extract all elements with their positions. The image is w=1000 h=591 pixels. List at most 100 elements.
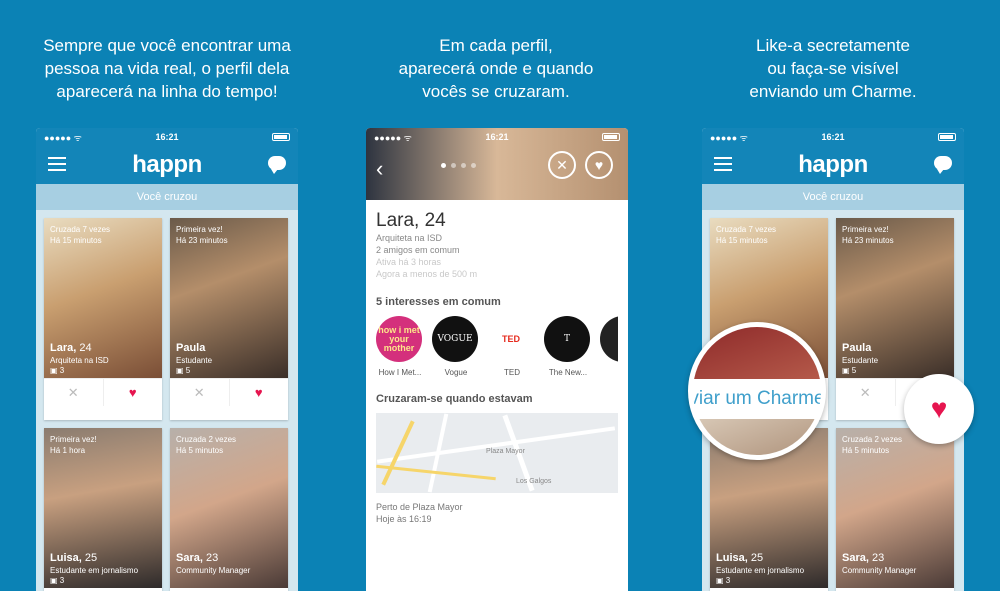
profile-job: Community Manager <box>842 566 917 575</box>
profile-name: Sara <box>842 552 866 564</box>
crossing-time: Hoje às 16:19 <box>376 514 432 524</box>
status-time: 16:21 <box>485 132 509 142</box>
profile-card[interactable]: Cruzada 7 vezes Há 15 minutos Lara, 24 Ar… <box>44 218 162 420</box>
section-header: Você cruzou <box>702 184 964 210</box>
app-bar: happn <box>702 146 964 184</box>
profile-age: 25 <box>750 552 764 564</box>
cross-count: Cruzada 7 vezes <box>716 225 777 234</box>
status-bar: ●●●●● ᯤ 16:21 <box>702 128 964 146</box>
photo-pager[interactable] <box>441 163 476 168</box>
caption-line: ou faça-se visível <box>767 59 899 78</box>
send-charm-label[interactable]: viar um Charme <box>693 379 821 419</box>
profile-name: Paula <box>842 342 872 354</box>
cross-time: Há 15 minutos <box>50 236 102 245</box>
photo-count: ▣ 5 <box>842 366 857 375</box>
cross-time: Há 1 hora <box>50 446 86 455</box>
caption-line: vocês se cruzaram. <box>422 82 570 101</box>
photo-count: ▣ 5 <box>176 366 191 375</box>
map-label: Los Galgos <box>516 478 552 485</box>
profile-name: Luisa <box>50 552 79 564</box>
caption-charm: Like-a secretamente ou faça-se visível e… <box>683 34 983 103</box>
profile-job: Community Manager <box>176 566 251 575</box>
map-label: Plaza Mayor <box>486 448 525 455</box>
profile-card[interactable]: Primeira vez! Há 1 hora Luisa, 25 Estudan… <box>44 428 162 591</box>
caption-line: Sempre que você encontrar uma <box>43 36 291 55</box>
profile-card[interactable]: Cruzada 2 vezes Há 5 minutos Sara, 23 Com… <box>170 428 288 591</box>
interest-item[interactable]: how i met your mother How I Met... <box>376 316 424 377</box>
profile-card[interactable]: Primeira vez! Há 23 minutos Paula Estudan… <box>170 218 288 420</box>
app-bar: happn <box>36 146 298 184</box>
profile-photo[interactable]: Cruzada 2 vezes Há 5 minutos Sara, 23 Com… <box>170 428 288 588</box>
cross-count: Cruzada 2 vezes <box>176 435 237 444</box>
back-icon[interactable]: ‹ <box>376 156 383 182</box>
interests-title: 5 interesses em comum <box>376 296 501 308</box>
cross-time: Há 15 minutos <box>716 236 768 245</box>
interest-logo: TED <box>488 316 534 362</box>
profile-job: Estudante em jornalismo <box>716 566 805 575</box>
like-button[interactable]: ♥ <box>104 379 163 406</box>
profile-name: Lara <box>376 210 415 231</box>
interest-item[interactable]: W <box>600 316 618 377</box>
interest-item[interactable]: VOGUE Vogue <box>432 316 480 377</box>
reject-button[interactable]: ✕ <box>44 379 104 406</box>
interest-label: W <box>600 368 618 377</box>
caption-profile: Em cada perfil, aparecerá onde e quando … <box>346 34 646 103</box>
heart-icon: ♥ <box>930 393 948 424</box>
menu-icon[interactable] <box>48 157 66 171</box>
profile-photo[interactable]: Primeira vez! Há 23 minutos Paula Estudan… <box>170 218 288 378</box>
section-header: Você cruzou <box>36 184 298 210</box>
interest-item[interactable]: T The New... <box>544 316 592 377</box>
chat-icon[interactable] <box>268 156 286 174</box>
profile-age: 25 <box>84 552 98 564</box>
caption-timeline: Sempre que você encontrar uma pessoa na … <box>17 34 317 103</box>
status-bar: ●●●●● ᯤ 16:21 <box>366 128 628 146</box>
status-time: 16:21 <box>821 132 845 142</box>
profile-title: Lara, 24 <box>376 210 446 231</box>
like-button[interactable]: ♥ <box>230 379 289 406</box>
cross-count: Primeira vez! <box>842 225 889 234</box>
interests-list: how i met your mother How I Met... VOGUE V… <box>376 316 618 377</box>
profile-card[interactable]: Cruzada 2 vezes Há 5 minutos Sara, 23 Com… <box>836 428 954 591</box>
caption-line: aparecerá na linha do tempo! <box>56 82 278 101</box>
interest-label: Vogue <box>444 368 468 377</box>
interest-logo: how i met your mother <box>376 316 422 362</box>
caption-line: Em cada perfil, <box>439 36 553 55</box>
interest-logo: VOGUE <box>432 316 478 362</box>
phone-profile: ●●●●● ᯤ 16:21 ‹ ✕ ♥ Lara, 24 Arquiteta n… <box>366 128 628 591</box>
reject-button[interactable]: ✕ <box>836 379 896 406</box>
photo-count: ▣ 3 <box>50 366 65 375</box>
crossing-map[interactable]: Plaza Mayor Los Galgos <box>376 413 618 493</box>
reject-button[interactable]: ✕ <box>548 151 576 179</box>
profile-name: Luisa <box>716 552 745 564</box>
profile-job: Estudante em jornalismo <box>50 566 139 575</box>
profile-photo[interactable]: Primeira vez! Há 23 minutos Paula Estudan… <box>836 218 954 378</box>
caption-line: aparecerá onde e quando <box>398 59 594 78</box>
interest-item[interactable]: TED TED <box>488 316 536 377</box>
distance: Agora a menos de 500 m <box>376 269 478 279</box>
status-time: 16:21 <box>155 132 179 142</box>
app-logo: happn <box>798 151 868 178</box>
status-bar: ●●●●● ᯤ 16:21 <box>36 128 298 146</box>
mutual-friends: 2 amigos em comum <box>376 245 460 255</box>
profile-photo[interactable]: Primeira vez! Há 1 hora Luisa, 25 Estudan… <box>44 428 162 588</box>
interest-label: The New... <box>548 368 588 377</box>
chat-icon[interactable] <box>934 156 952 174</box>
cross-time: Há 23 minutos <box>176 236 228 245</box>
profile-photo[interactable]: Cruzada 7 vezes Há 15 minutos Lara, 24 Ar… <box>44 218 162 378</box>
like-button[interactable]: ♥ <box>585 151 613 179</box>
profile-hero-photo: ●●●●● ᯤ 16:21 ‹ ✕ ♥ <box>366 128 628 200</box>
caption-line: pessoa na vida real, o perfil dela <box>44 59 290 78</box>
battery-icon <box>602 133 620 141</box>
heart-zoom-bubble[interactable]: ♥ <box>904 374 974 444</box>
battery-icon <box>938 133 956 141</box>
profile-age: 23 <box>871 552 885 564</box>
profile-age: 23 <box>205 552 219 564</box>
app-logo: happn <box>132 151 202 178</box>
interest-label: How I Met... <box>378 368 422 377</box>
reject-button[interactable]: ✕ <box>170 379 230 406</box>
menu-icon[interactable] <box>714 157 732 171</box>
interest-logo: T <box>544 316 590 362</box>
profile-name: Lara <box>50 342 74 354</box>
cross-count: Cruzada 7 vezes <box>50 225 111 234</box>
profile-photo[interactable]: Cruzada 2 vezes Há 5 minutos Sara, 23 Com… <box>836 428 954 588</box>
